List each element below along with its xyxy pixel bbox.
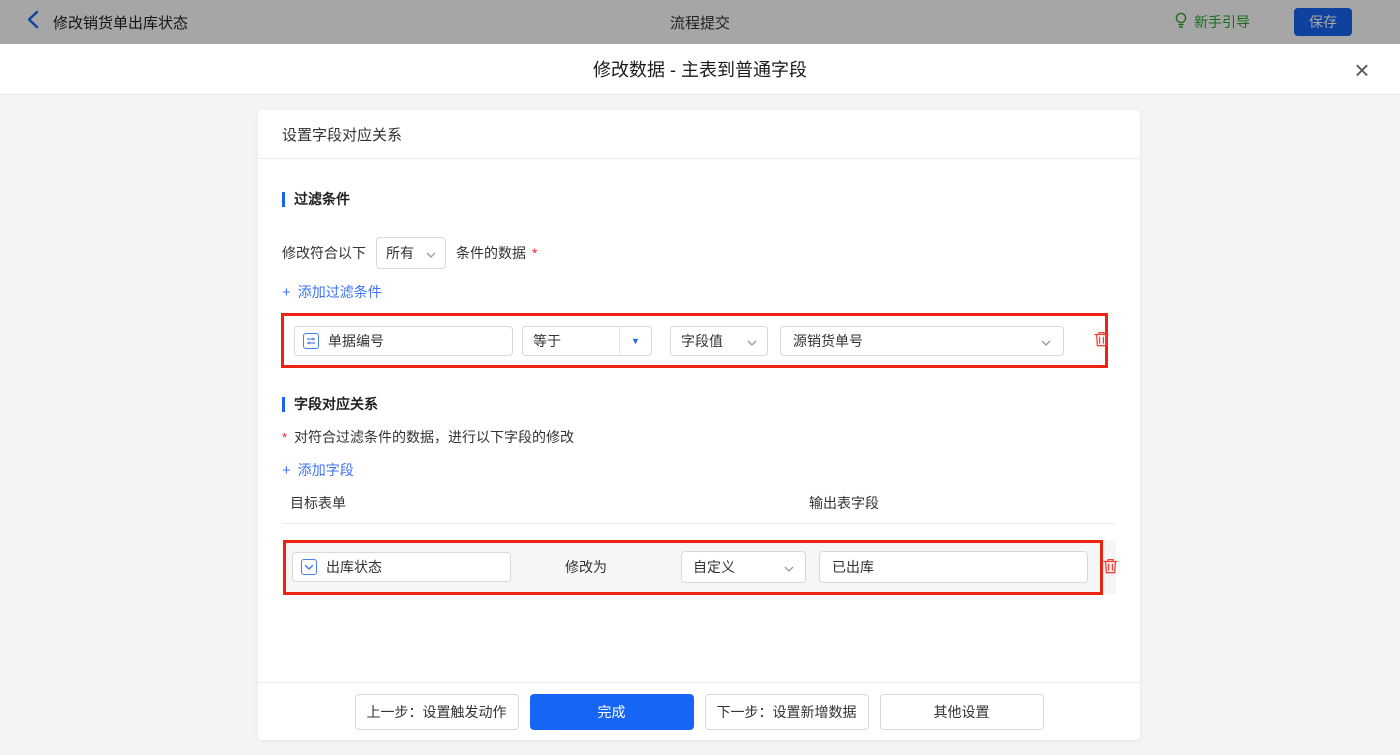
close-button[interactable]: × — [1348, 56, 1376, 84]
modify-to-label: 修改为 — [565, 557, 621, 577]
next-step-button[interactable]: 下一步：设置新增数据 — [705, 694, 869, 730]
value-type-select[interactable]: 字段值 — [670, 326, 768, 356]
add-field-label: 添加字段 — [298, 460, 354, 480]
chevron-down-icon — [784, 559, 794, 575]
chevron-down-icon — [747, 333, 757, 349]
serial-number-field-icon — [303, 333, 319, 349]
mapping-description-row: * 对符合过滤条件的数据，进行以下字段的修改 — [282, 427, 1116, 447]
trash-icon — [1094, 331, 1109, 350]
save-button[interactable]: 保存 — [1294, 8, 1352, 36]
filter-field-label: 单据编号 — [328, 331, 384, 351]
close-icon: × — [1354, 55, 1369, 85]
settings-card: 设置字段对应关系 过滤条件 修改符合以下 所有 条件的数据 * + — [258, 110, 1140, 740]
match-scope-select[interactable]: 所有 — [376, 237, 446, 269]
guide-label: 新手引导 — [1194, 12, 1250, 32]
mapping-row: 出库状态 修改为 自定义 — [282, 540, 1116, 594]
col-target-form: 目标表单 — [282, 493, 809, 513]
plus-icon: + — [282, 284, 291, 301]
filter-section-title: 过滤条件 — [282, 189, 1116, 209]
target-field-label: 出库状态 — [326, 557, 382, 577]
dropdown-field-icon — [301, 559, 317, 575]
card-body: 过滤条件 修改符合以下 所有 条件的数据 * + 添加过滤条件 — [258, 159, 1140, 682]
mapping-section-title: 字段对应关系 — [282, 394, 1116, 414]
filter-value-label: 源销货单号 — [793, 331, 863, 351]
chevron-down-icon — [1041, 333, 1051, 349]
section-bar — [282, 397, 285, 412]
mapping-description: 对符合过滤条件的数据，进行以下字段的修改 — [294, 427, 574, 447]
match-prefix: 修改符合以下 — [282, 243, 366, 263]
value-mode-select[interactable]: 自定义 — [681, 551, 806, 583]
modal-content: 设置字段对应关系 过滤条件 修改符合以下 所有 条件的数据 * + — [0, 95, 1400, 755]
modal-header: 修改数据 - 主表到普通字段 × — [0, 44, 1400, 95]
required-asterisk: * — [282, 430, 287, 445]
custom-value-input[interactable] — [819, 551, 1088, 583]
match-scope-value: 所有 — [386, 243, 414, 263]
card-header: 设置字段对应关系 — [258, 110, 1140, 159]
operator-select[interactable]: 等于 ▼ — [522, 326, 652, 356]
required-asterisk: * — [532, 245, 537, 261]
match-suffix: 条件的数据 — [456, 243, 526, 263]
add-filter-label: 添加过滤条件 — [298, 282, 382, 302]
card-footer: 上一步：设置触发动作 完成 下一步：设置新增数据 其他设置 — [258, 682, 1140, 740]
operator-label: 等于 — [523, 327, 619, 355]
plus-icon: + — [282, 462, 291, 479]
delete-filter-button[interactable] — [1092, 329, 1111, 352]
value-type-label: 字段值 — [681, 331, 723, 351]
dropdown-arrow-icon[interactable]: ▼ — [619, 327, 651, 355]
filter-field-select[interactable]: 单据编号 — [294, 326, 513, 356]
delete-mapping-button[interactable] — [1101, 556, 1120, 579]
filter-row-annotation: 单据编号 等于 ▼ 字段值 源销货单号 — [281, 313, 1108, 368]
other-settings-button[interactable]: 其他设置 — [880, 694, 1044, 730]
done-button[interactable]: 完成 — [530, 694, 694, 730]
modal-title: 修改数据 - 主表到普通字段 — [593, 56, 807, 82]
mapping-table-header: 目标表单 输出表字段 — [282, 493, 1116, 524]
topbar: 修改销货单出库状态 流程提交 新手引导 保存 — [0, 0, 1400, 44]
lightbulb-icon — [1174, 12, 1188, 32]
guide-button[interactable]: 新手引导 — [1174, 0, 1250, 44]
value-mode-label: 自定义 — [693, 557, 735, 577]
match-condition-row: 修改符合以下 所有 条件的数据 * — [282, 237, 1116, 269]
filter-section-label: 过滤条件 — [294, 189, 350, 209]
mapping-section-label: 字段对应关系 — [294, 394, 378, 414]
prev-step-button[interactable]: 上一步：设置触发动作 — [355, 694, 519, 730]
add-filter-link[interactable]: + 添加过滤条件 — [282, 282, 382, 302]
col-output-field: 输出表字段 — [809, 493, 879, 513]
add-field-link[interactable]: + 添加字段 — [282, 460, 354, 480]
trash-icon — [1103, 558, 1118, 577]
chevron-down-icon — [426, 245, 436, 261]
filter-value-select[interactable]: 源销货单号 — [780, 326, 1064, 356]
section-bar — [282, 192, 285, 207]
target-field-select[interactable]: 出库状态 — [292, 552, 511, 582]
